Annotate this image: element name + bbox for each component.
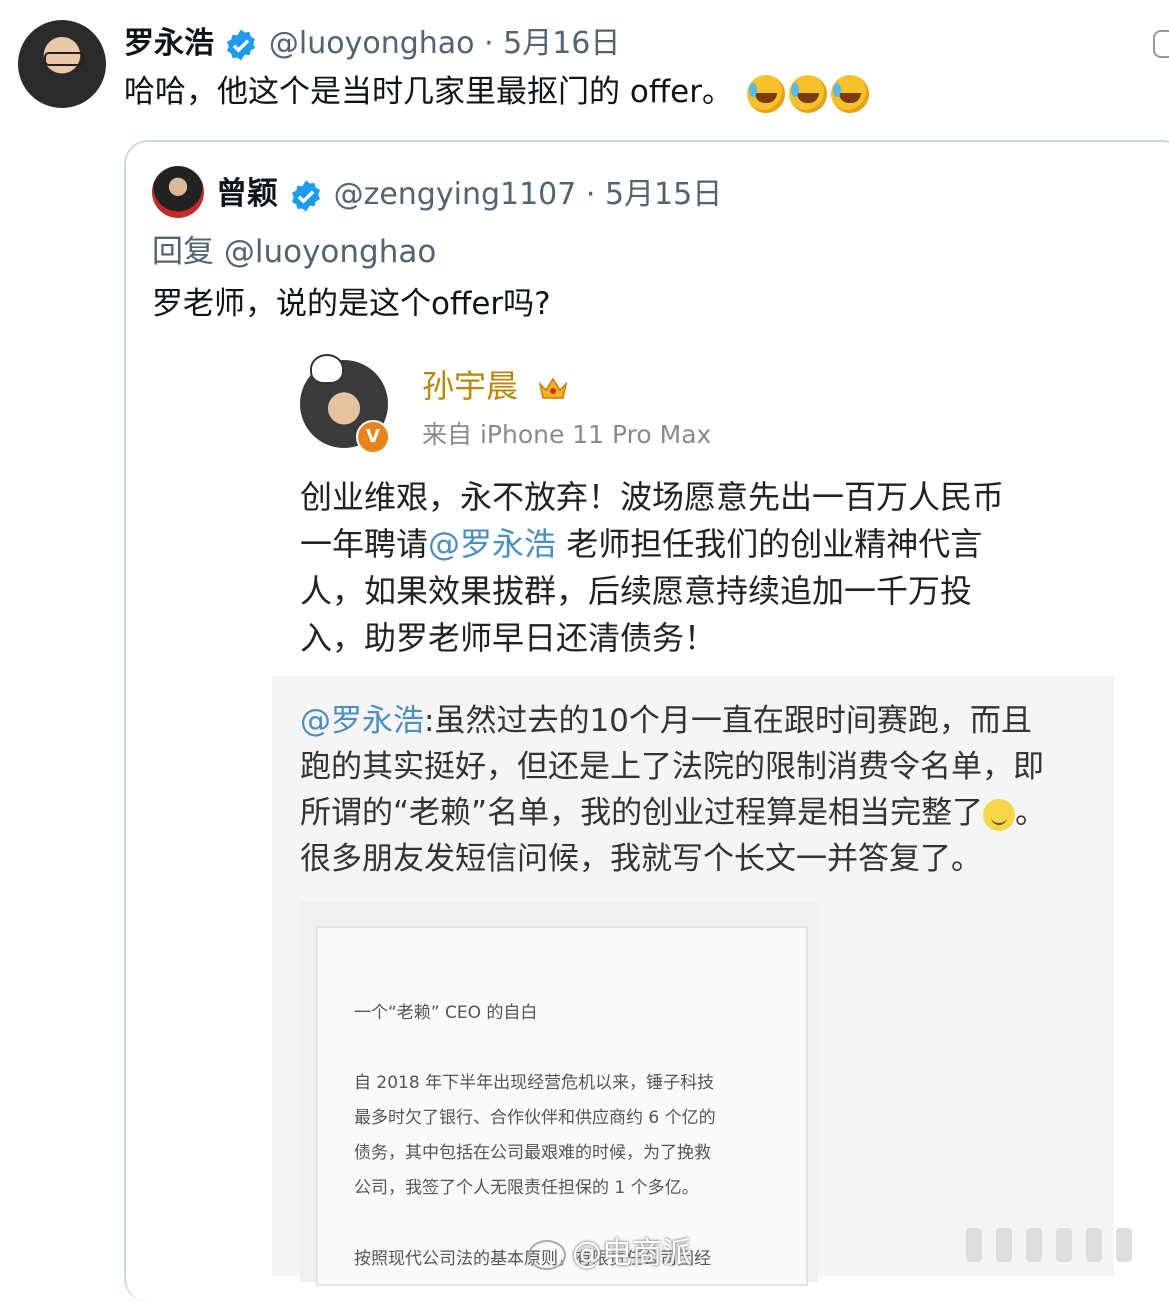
document-line: 自 2018 年下半年出现经营危机以来，锤子科技 <box>354 1073 715 1093</box>
bar <box>1086 1228 1102 1262</box>
weibo-body-text: 老师担任我们的创业精神代言 <box>566 525 983 563</box>
main-tweet-text-content: 哈哈，他这个是当时几家里最抠门的 offer。 <box>124 74 733 110</box>
main-tweet-handle-date[interactable]: @luoyonghao · 5月16日 <box>269 26 621 61</box>
verified-badge-icon <box>227 28 256 61</box>
bar <box>996 1228 1012 1262</box>
repost-text: @罗永浩:虽然过去的10个月一直在跟时间赛跑，而且 跑的其实挺好，但还是上了法院… <box>300 698 1100 882</box>
main-tweet-header: 罗永浩 @luoyonghao · 5月16日 <box>124 24 620 64</box>
repost-line: @罗永浩:虽然过去的10个月一直在跟时间赛跑，而且 <box>300 698 1100 744</box>
document-line: 公司，我签了个人无限责任担保的 1 个多亿。 <box>354 1178 699 1198</box>
weibo-body-line: 入，助罗老师早日还清债务！ <box>300 619 717 657</box>
document-paragraph: 自 2018 年下半年出现经营危机以来，锤子科技 最多时欠了银行、合作伙伴和供应… <box>354 1066 716 1206</box>
reply-to-label[interactable]: 回复 @luoyonghao <box>152 232 436 272</box>
crown-icon <box>538 377 568 399</box>
weibo-body-line: 人，如果效果拔群，后续愿意持续追加一千万投 <box>300 572 973 610</box>
weibo-body: 创业维艰，永不放弃！波场愿意先出一百万人民币 一年聘请@罗永浩 老师担任我们的创… <box>300 474 1080 662</box>
weibo-name: 孙宇晨 <box>422 364 568 408</box>
weibo-logo-icon <box>528 1239 566 1270</box>
document-title: 一个“老赖” CEO 的自白 <box>354 1003 538 1023</box>
glasses-detail <box>44 52 84 66</box>
rofl-emoji-icon <box>788 74 827 113</box>
document-line: 债务，其中包括在公司最艰难的时候，为了挽救 <box>354 1143 711 1163</box>
bar <box>966 1228 982 1262</box>
verified-v-badge: V <box>356 420 390 454</box>
repost-line: 所谓的“老赖”名单，我的创业过程算是相当完整了。 <box>300 790 1100 836</box>
repost-line: 很多朋友发短信问候，我就写个长文一并答复了。 <box>300 841 982 877</box>
weibo-body-line: 创业维艰，永不放弃！波场愿意先出一百万人民币 <box>300 478 1005 516</box>
quoted-tweet-name[interactable]: 曾颖 <box>216 176 278 212</box>
weibo-name-text[interactable]: 孙宇晨 <box>422 367 518 405</box>
repost-line-text: 。 <box>1015 795 1047 831</box>
quoted-tweet-text: 罗老师，说的是这个offer吗? <box>152 286 551 322</box>
avatar-zengying[interactable] <box>152 166 204 218</box>
bar <box>1056 1228 1072 1262</box>
weibo-source: 来自 iPhone 11 Pro Max <box>422 420 712 449</box>
avatar-luoyonghao[interactable] <box>18 20 106 108</box>
bar <box>1116 1228 1132 1262</box>
mention-link[interactable]: @罗永浩 <box>300 703 424 739</box>
panda-decoration-icon <box>310 354 344 384</box>
rofl-emoji-icon <box>830 74 869 113</box>
weibo-body-line: 一年聘请@罗永浩 老师担任我们的创业精神代言 <box>300 521 1080 568</box>
document-line: 最多时欠了银行、合作伙伴和供应商约 6 个亿的 <box>354 1108 716 1128</box>
mention-link[interactable]: @罗永浩 <box>428 525 556 563</box>
weibo-body-prefix: 一年聘请 <box>300 525 429 563</box>
smile-emoji-icon <box>983 798 1016 831</box>
rofl-emoji-icon <box>746 74 785 113</box>
quoted-tweet-header: 曾颖 @zengying1107 · 5月15日 <box>216 172 722 217</box>
repost-line: 跑的其实挺好，但还是上了法院的限制消费令名单，即 <box>300 749 1044 785</box>
verified-badge-icon <box>291 179 320 212</box>
repost-line-text: 所谓的“老赖”名单，我的创业过程算是相当完整了 <box>300 795 984 831</box>
repost-line-text: :虽然过去的10个月一直在跟时间赛跑，而且 <box>424 703 1032 739</box>
more-icon[interactable] <box>1153 30 1169 58</box>
bar <box>1026 1228 1042 1262</box>
watermark-text: @电商派 <box>572 1236 692 1271</box>
quoted-tweet-handle-date[interactable]: @zengying1107 · 5月15日 <box>334 177 723 212</box>
scroll-indicator <box>966 1228 1156 1262</box>
main-tweet-name[interactable]: 罗永浩 <box>124 26 214 61</box>
watermark: @电商派 <box>528 1228 692 1272</box>
main-tweet-text: 哈哈，他这个是当时几家里最抠门的 offer。 <box>124 70 869 114</box>
